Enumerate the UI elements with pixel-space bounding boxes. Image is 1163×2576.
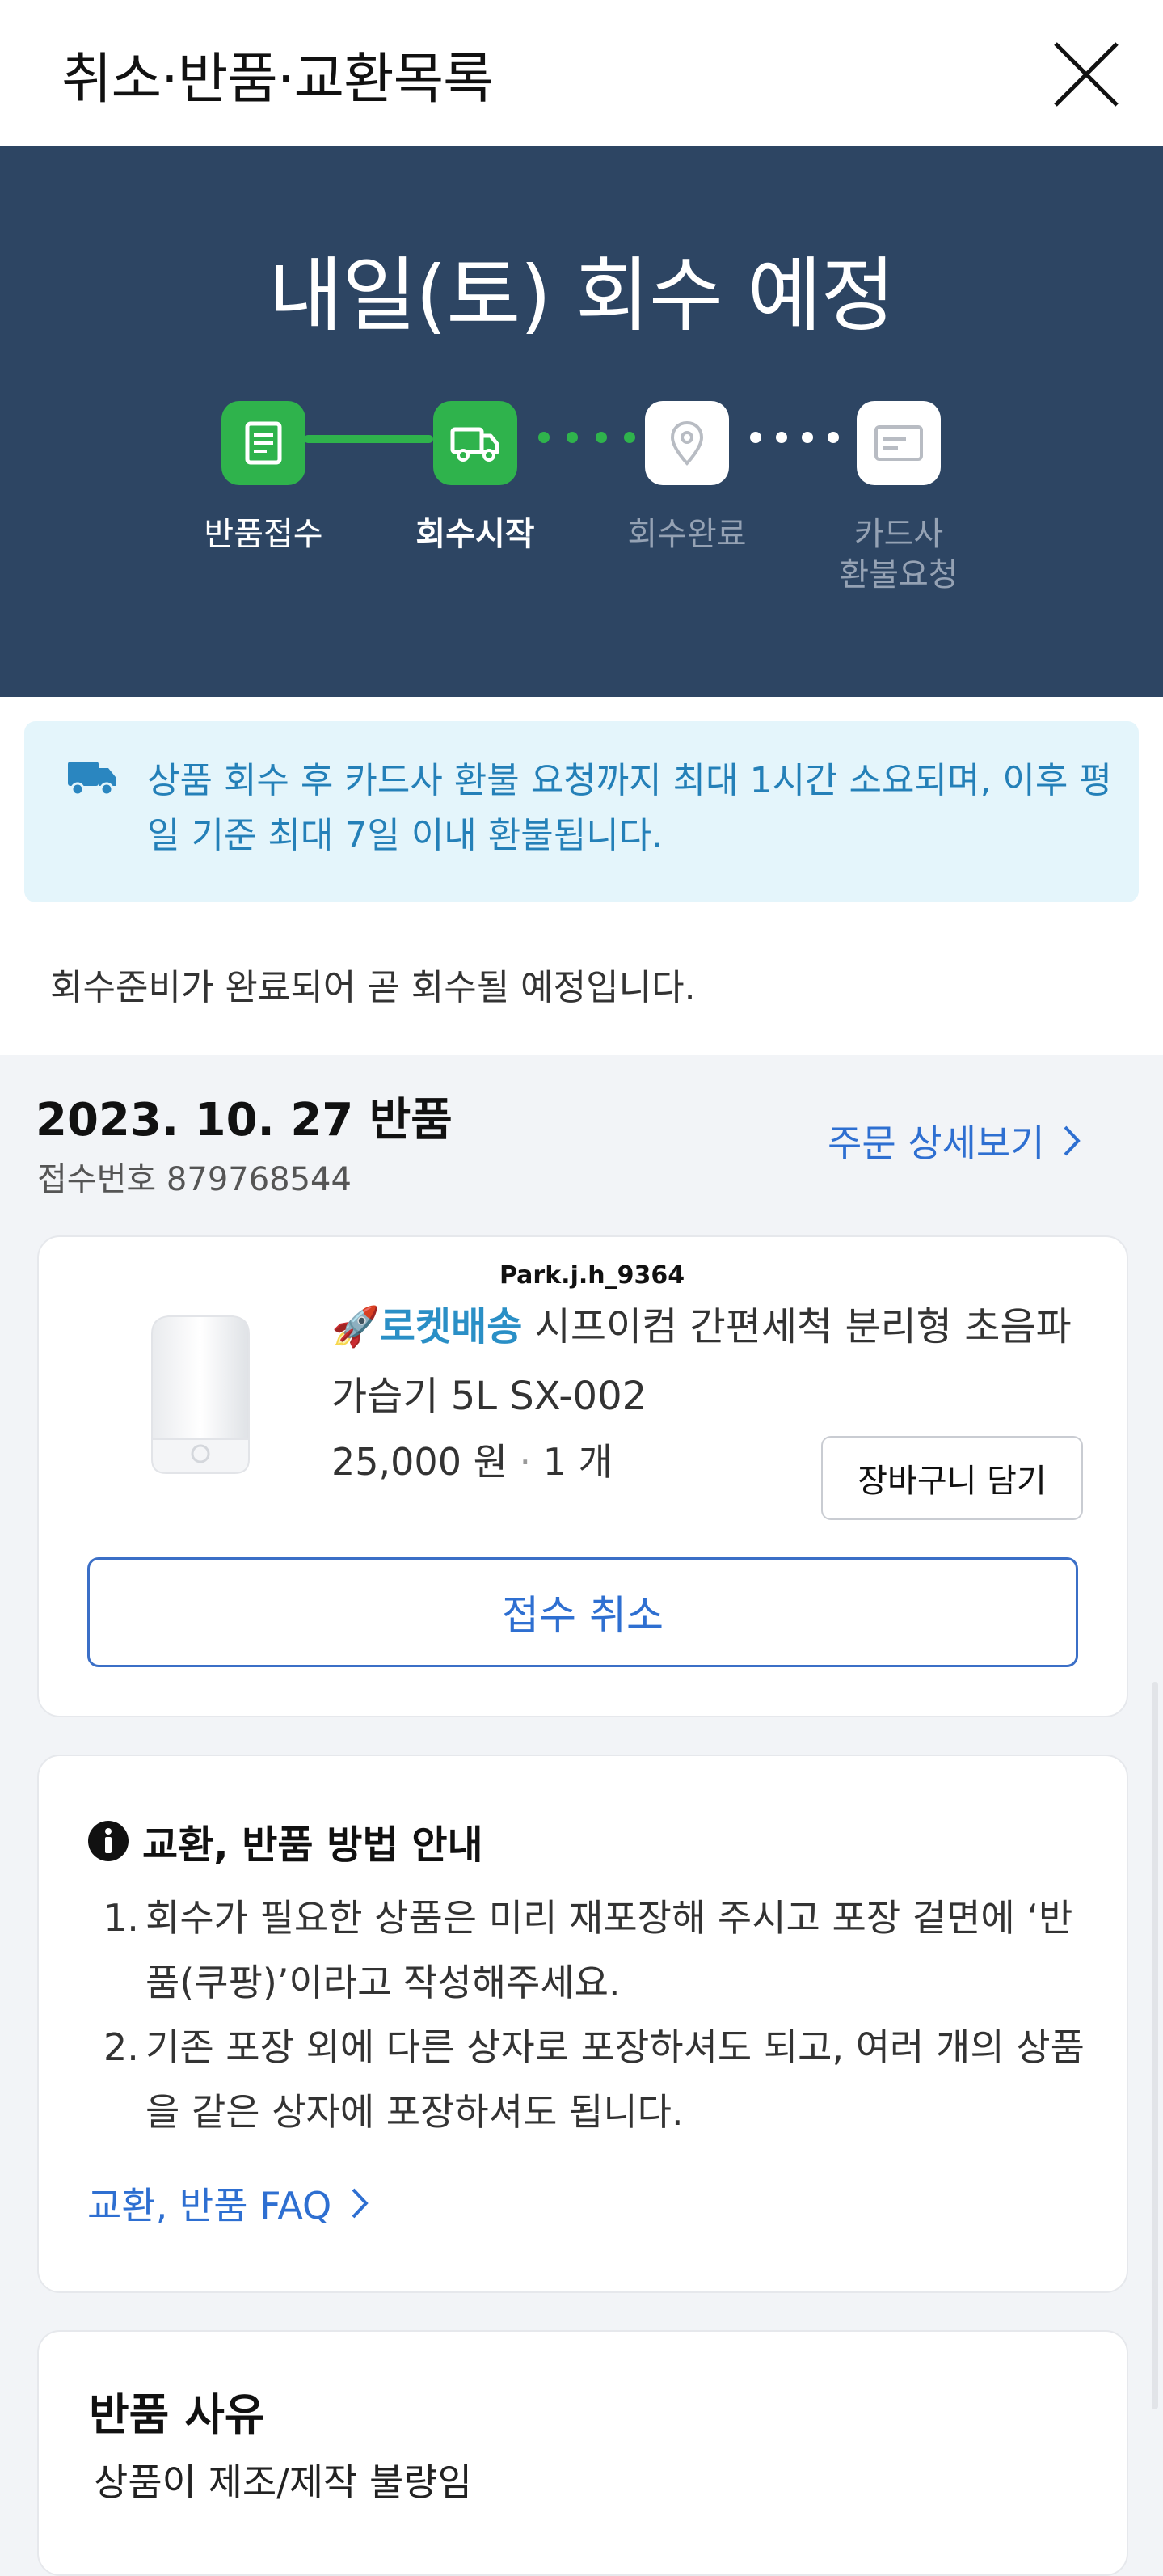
reason-text: 상품이 제조/제작 불량임: [94, 2460, 472, 2504]
guide-title: 교환, 반품 방법 안내: [142, 1822, 483, 1868]
truck-icon: [433, 401, 517, 485]
order-date-label: 2023. 10. 27 반품: [36, 1094, 453, 1147]
guide-item-number: 1.: [103, 1896, 139, 1940]
reason-title: 반품 사유: [89, 2389, 265, 2440]
notice-text: 상품 회수 후 카드사 환불 요청까지 최대 1시간 소요되며, 이후 평일 기…: [147, 760, 1112, 856]
price-quantity: 25,000 원 · 1 개: [331, 1433, 613, 1486]
faq-label: 교환, 반품 FAQ: [87, 2184, 332, 2228]
return-guide-card: 교환, 반품 방법 안내 1. 회수가 필요한 상품은 미리 재포장해 주시고 …: [37, 1755, 1128, 2293]
order-detail-link[interactable]: 주문 상세보기: [828, 1114, 1081, 1168]
scrollbar[interactable]: [1152, 1682, 1158, 2409]
guide-item-text: 회수가 필요한 상품은 미리 재포장해 주시고 포장 겉면에 ‘반품(쿠팡)’이…: [145, 1896, 1073, 2004]
top-bar: 취소·반품·교환목록: [0, 0, 1163, 146]
info-icon: [88, 1821, 129, 1861]
guide-item-number: 2.: [103, 2025, 139, 2069]
guide-header: 교환, 반품 방법 안내: [87, 1813, 483, 1869]
card-icon: [857, 401, 941, 485]
progress-line-done: [304, 435, 433, 443]
close-icon[interactable]: [1051, 39, 1122, 110]
cancel-request-button[interactable]: 접수 취소: [87, 1557, 1078, 1667]
guide-item-text: 기존 포장 외에 다른 상자로 포장하셔도 되고, 여러 개의 상품을 같은 상…: [145, 2025, 1085, 2134]
receipt-icon: [221, 401, 305, 485]
chevron-right-icon: [1064, 1125, 1081, 1156]
status-section: 회수준비가 완료되어 곧 회수될 예정입니다.: [0, 927, 1163, 1055]
location-pin-icon: [645, 401, 729, 485]
faq-link[interactable]: 교환, 반품 FAQ: [87, 2177, 369, 2230]
product-price: 25,000 원: [331, 1440, 508, 1484]
product-card: Park.j.h_9364 🚀로켓배송 시프이컴 간편세척 분리형 초음파 가습…: [37, 1235, 1128, 1717]
refund-notice: 상품 회수 후 카드사 환불 요청까지 최대 1시간 소요되며, 이후 평일 기…: [24, 721, 1139, 902]
guide-item-1: 1. 회수가 필요한 상품은 미리 재포장해 주시고 포장 겉면에 ‘반품(쿠팡…: [103, 1886, 1098, 2015]
step-card-refund-request: 카드사 환불요청: [839, 516, 959, 593]
user-watermark: Park.j.h_9364: [499, 1261, 685, 1290]
step-return-received: 반품접수: [204, 516, 323, 553]
progress-dots-2: [750, 432, 839, 443]
chevron-right-icon: [352, 2188, 369, 2219]
guide-item-2: 2. 기존 포장 외에 다른 상자로 포장하셔도 되고, 여러 개의 상품을 같…: [103, 2015, 1098, 2144]
page-title: 취소·반품·교환목록: [61, 48, 494, 112]
return-progress-panel: 내일(토) 회수 예정 반품접수 회수시작 회수완료 카드사 환불요청: [0, 146, 1163, 697]
rocket-delivery-badge: 로켓배송: [379, 1304, 523, 1349]
status-message: 회수준비가 완료되어 곧 회수될 예정입니다.: [50, 967, 696, 1008]
receipt-number: 접수번호 879768544: [37, 1161, 352, 1198]
return-reason-card: 반품 사유 상품이 제조/제작 불량임: [37, 2330, 1128, 2576]
step-pickup-complete: 회수완료: [627, 516, 747, 553]
order-detail-label: 주문 상세보기: [828, 1121, 1045, 1165]
step-pickup-started: 회수시작: [415, 516, 535, 553]
add-to-cart-button[interactable]: 장바구니 담기: [821, 1436, 1083, 1520]
delivery-truck-icon: [66, 757, 118, 800]
rocket-icon: 🚀: [331, 1304, 380, 1349]
price-separator: ·: [519, 1440, 532, 1484]
product-quantity: 1 개: [542, 1440, 613, 1484]
progress-dots-1: [538, 432, 635, 443]
product-title[interactable]: 🚀로켓배송 시프이컴 간편세척 분리형 초음파 가습기 5L SX-002: [331, 1292, 1107, 1431]
pickup-headline: 내일(토) 회수 예정: [268, 248, 895, 343]
product-image[interactable]: [128, 1294, 273, 1496]
guide-list: 1. 회수가 필요한 상품은 미리 재포장해 주시고 포장 겉면에 ‘반품(쿠팡…: [103, 1886, 1098, 2144]
